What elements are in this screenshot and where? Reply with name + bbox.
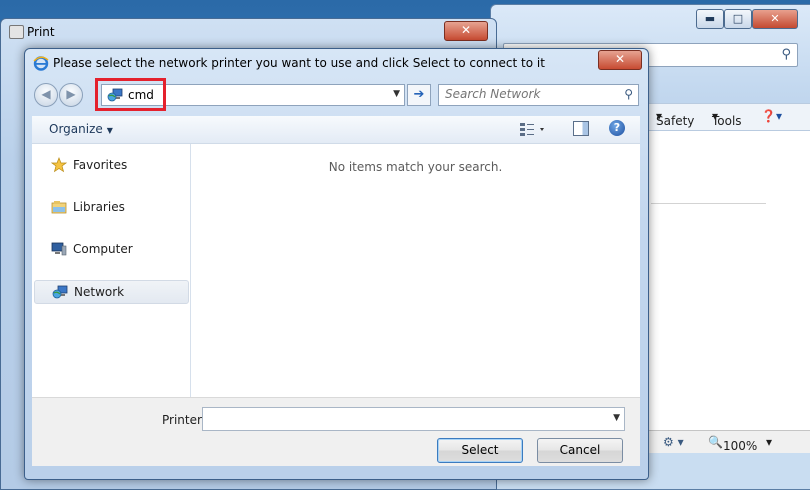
- search-box[interactable]: ⚲: [438, 84, 639, 106]
- bottom-panel: Printer ▼ Select Cancel: [32, 397, 640, 466]
- nav-item-computer[interactable]: Computer: [34, 238, 187, 260]
- toolbar: Organize ▼ ?: [32, 116, 640, 144]
- network-icon: [52, 285, 68, 299]
- help-icon[interactable]: ❓▾: [761, 109, 782, 123]
- nav-item-network[interactable]: Network: [34, 280, 189, 304]
- protected-mode-icon[interactable]: ⚙ ▾: [663, 435, 684, 449]
- printer-field[interactable]: ▼: [202, 407, 625, 431]
- back-button[interactable]: ◀: [34, 83, 58, 107]
- view-options-icon[interactable]: [519, 121, 547, 137]
- chevron-down-icon[interactable]: ▼: [393, 89, 400, 99]
- highlight-annotation-box: [95, 78, 166, 111]
- network-printer-dialog: Please select the network printer you wa…: [24, 48, 649, 480]
- maximize-button[interactable]: □: [724, 9, 752, 29]
- nav-item-label: Computer: [73, 242, 133, 256]
- print-close-button[interactable]: ✕: [444, 21, 488, 41]
- search-input[interactable]: [445, 87, 615, 101]
- content-divider: [651, 203, 766, 204]
- help-icon[interactable]: ?: [609, 120, 625, 136]
- empty-message: No items match your search.: [328, 160, 503, 174]
- nav-item-label: Favorites: [73, 158, 128, 172]
- computer-icon: [51, 242, 67, 256]
- nav-item-label: Libraries: [73, 200, 125, 214]
- internet-explorer-icon: [33, 56, 49, 71]
- tools-menu[interactable]: Tools ▾: [712, 109, 742, 128]
- minimize-button[interactable]: ▬: [696, 9, 724, 29]
- go-arrow-button[interactable]: ➔: [407, 84, 431, 106]
- dialog-close-button[interactable]: ✕: [598, 50, 642, 70]
- libraries-icon: [51, 201, 67, 214]
- organize-menu[interactable]: Organize ▼: [49, 122, 113, 136]
- safety-menu[interactable]: Safety ▾: [656, 109, 694, 128]
- print-window-title: Print: [27, 25, 55, 39]
- nav-item-libraries[interactable]: Libraries: [34, 196, 187, 218]
- browser-close-button[interactable]: ✕: [752, 9, 798, 29]
- search-icon: ⚲: [781, 47, 791, 62]
- printer-label: Printer: [162, 413, 202, 427]
- preview-pane-icon[interactable]: [573, 121, 589, 136]
- star-icon: [51, 157, 67, 173]
- cancel-button[interactable]: Cancel: [537, 438, 623, 463]
- forward-button[interactable]: ▶: [59, 83, 83, 107]
- nav-item-label: Network: [74, 285, 125, 299]
- results-pane: No items match your search.: [191, 144, 640, 397]
- nav-item-favorites[interactable]: Favorites: [34, 154, 187, 176]
- chevron-down-icon[interactable]: ▼: [613, 413, 620, 423]
- navigation-pane: Favorites Libraries Computer Network: [32, 144, 191, 397]
- printer-icon: [9, 25, 24, 39]
- search-icon[interactable]: ⚲: [624, 87, 633, 101]
- select-button[interactable]: Select: [437, 438, 523, 463]
- dialog-title: Please select the network printer you wa…: [53, 56, 545, 70]
- zoom-control[interactable]: 🔍 100%: [708, 435, 757, 453]
- zoom-dropdown-icon[interactable]: ▾: [766, 435, 772, 449]
